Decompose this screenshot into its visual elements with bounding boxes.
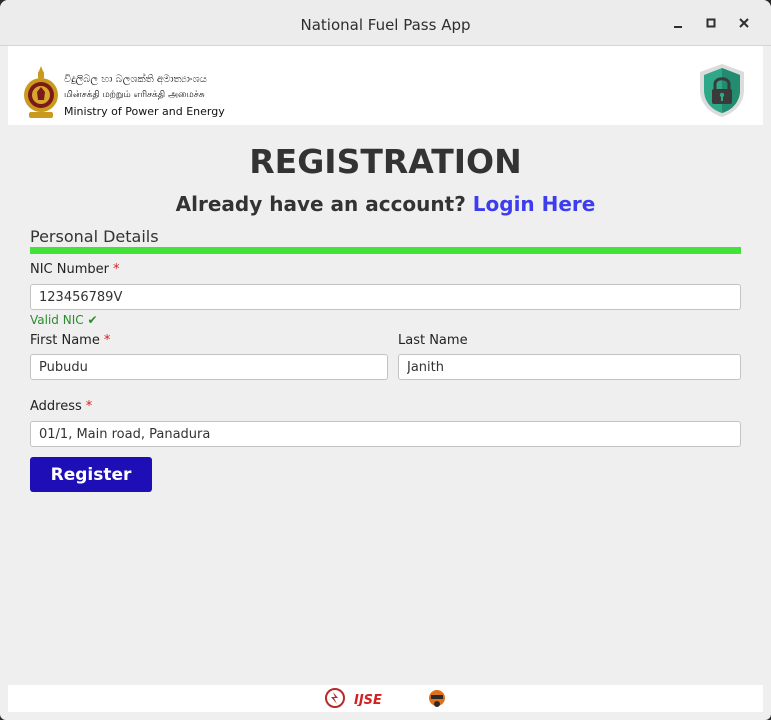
last-name-input[interactable]: [398, 354, 741, 380]
close-icon[interactable]: [735, 14, 753, 32]
first-name-input[interactable]: [30, 354, 388, 380]
ijse-logo-icon: IJSE: [354, 691, 412, 710]
sri-lanka-emblem-icon: [22, 65, 60, 121]
ijse-logo-text: IJSE: [354, 693, 382, 706]
ministry-name-english: Ministry of Power and Energy: [64, 105, 225, 118]
section-title: Personal Details: [30, 227, 159, 246]
nic-input[interactable]: [30, 284, 741, 310]
account-prompt-text: Already have an account?: [175, 192, 466, 216]
mascot-logo-icon: [427, 687, 447, 713]
shield-lock-icon: [696, 62, 748, 118]
nic-label: NIC Number *: [30, 262, 120, 277]
form-progress-fill: [30, 247, 741, 254]
last-name-label: Last Name: [398, 333, 468, 348]
footer-logos: IJSE: [8, 685, 763, 712]
nic-validation-message: Valid NIC ✔: [30, 313, 98, 327]
page-title: REGISTRATION: [249, 142, 522, 181]
address-label-text: Address: [30, 399, 82, 414]
required-marker: *: [85, 399, 93, 414]
first-name-label: First Name *: [30, 333, 110, 348]
minimize-icon[interactable]: [669, 14, 687, 32]
ministry-name-sinhala: විදුලිබල හා බලශක්ති අමාත්‍යාංශය: [64, 74, 207, 85]
address-label: Address *: [30, 399, 92, 414]
account-prompt: Already have an account? Login Here: [8, 192, 763, 216]
title-bar[interactable]: National Fuel Pass App: [0, 0, 771, 46]
required-marker: *: [103, 333, 111, 348]
window-title: National Fuel Pass App: [300, 16, 471, 34]
first-name-label-text: First Name: [30, 333, 100, 348]
required-marker: *: [113, 262, 120, 277]
address-input[interactable]: [30, 421, 741, 447]
ministry-header: විදුලිබල හා බලශක්ති අමාත්‍යාංශය மின்சக்த…: [8, 46, 763, 125]
last-name-label-text: Last Name: [398, 333, 468, 348]
nic-label-text: NIC Number: [30, 262, 109, 277]
register-button[interactable]: Register: [30, 457, 152, 492]
ministry-name: විදුලිබල හා බලශක්ති අමාත්‍යාංශය மின்சக்த…: [64, 72, 225, 120]
maximize-icon[interactable]: [702, 14, 720, 32]
app-window: National Fuel Pass App විදුලිබල හා බලශක්…: [0, 0, 771, 720]
ministry-name-tamil: மின்சக்தி மற்றும் எரிசக்தி அமைச்சு: [64, 90, 205, 100]
fuel-pass-logo-icon: [324, 687, 346, 713]
registration-form: REGISTRATION Already have an account? Lo…: [8, 125, 763, 685]
login-link[interactable]: Login Here: [473, 192, 596, 216]
form-progress-bar: [30, 247, 741, 254]
